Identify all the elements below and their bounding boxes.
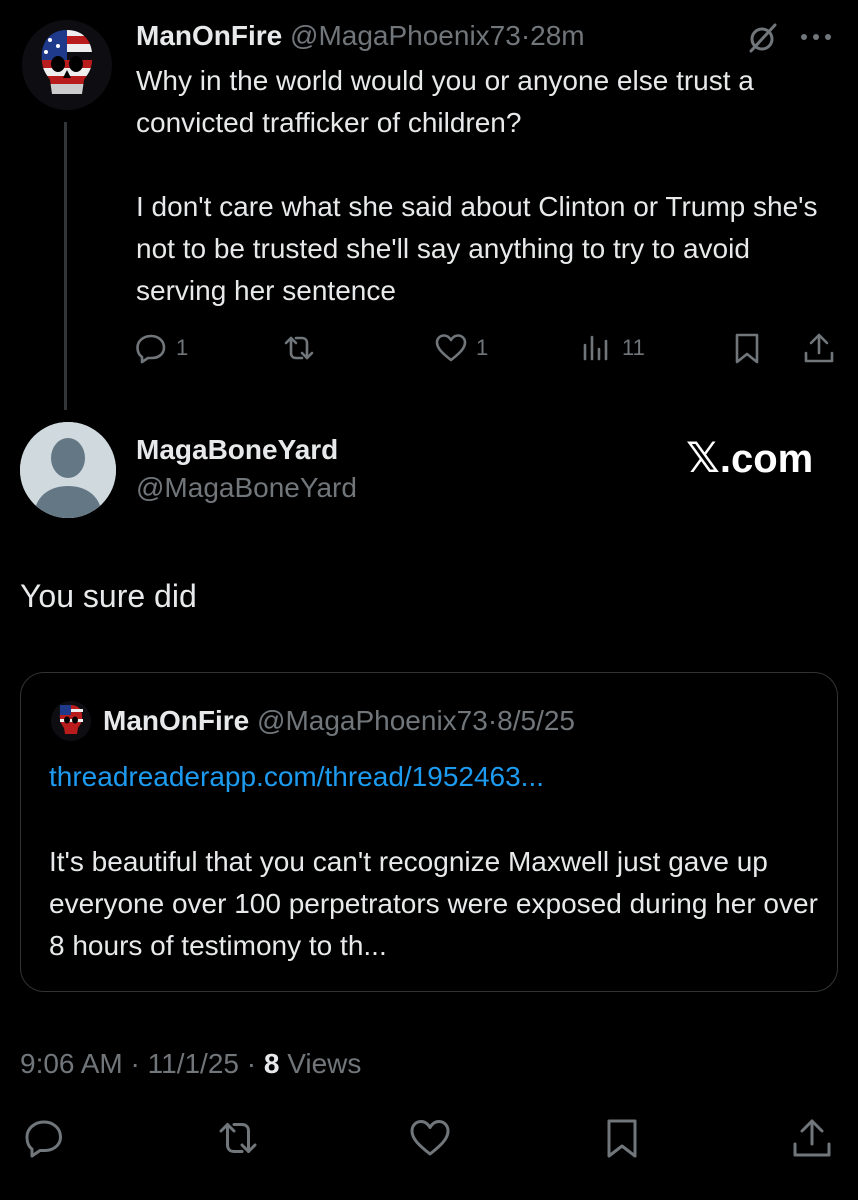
main-tweet-text: You sure did [20,578,197,614]
views-label: Views [279,1048,362,1079]
view-count: 11 [622,335,645,360]
parent-author-name[interactable]: ManOnFire [136,20,282,51]
views-count: 8 [263,1048,280,1079]
main-action-bar [0,1116,858,1160]
parent-avatar[interactable] [22,20,112,110]
quote-avatar [51,701,91,741]
watermark-text: .com [719,437,814,481]
views-button[interactable]: 11 [580,328,645,368]
main-author-handle[interactable]: @MagaBoneYard [136,470,357,506]
separator-dot: · [487,705,498,736]
tweet-meta: 9:06 AM · 11/1/25 · 8 Views [20,1044,361,1084]
quote-author-name: ManOnFire [103,705,250,736]
main-like-button[interactable] [408,1116,452,1160]
share-icon [804,333,834,363]
thread-connector-line [64,122,67,410]
repost-icon [219,1123,257,1153]
bookmark-button[interactable] [730,328,764,368]
x-com-watermark: 𝕏.com [686,434,813,483]
parent-timestamp[interactable]: 28m [530,20,584,51]
reply-button[interactable]: 1 [134,328,188,368]
main-avatar[interactable] [20,422,116,518]
grok-icon[interactable] [744,20,780,56]
main-repost-button[interactable] [216,1116,260,1160]
bookmark-icon [735,333,759,364]
parent-author-handle[interactable]: @MagaPhoenix73 [290,20,521,51]
main-bookmark-button[interactable] [600,1116,644,1160]
quote-header: ManOnFire @MagaPhoenix73·8/5/25 [103,703,575,739]
quote-text: It's beautiful that you can't recognize … [49,846,818,961]
main-reply-button[interactable] [22,1116,66,1160]
main-author-name[interactable]: MagaBoneYard [136,432,338,468]
reply-icon [25,1120,62,1158]
main-share-button[interactable] [790,1116,834,1160]
repost-button[interactable] [282,328,324,368]
tweet-date[interactable]: 11/1/25 [148,1048,239,1079]
share-button[interactable] [802,328,836,368]
quote-link[interactable]: threadreaderapp.com/thread/1952463... [49,757,544,797]
views-icon [583,335,608,361]
heart-icon [435,334,467,362]
quote-author-handle: @MagaPhoenix73 [257,705,488,736]
like-button[interactable]: 1 [434,328,488,368]
parent-header: ManOnFire @MagaPhoenix73·28m [136,18,585,54]
separator-dot: · [238,1048,264,1079]
more-icon[interactable] [796,22,836,52]
parent-tweet-text: Why in the world would you or anyone els… [136,60,836,312]
repost-icon [284,336,314,360]
x-logo-icon: 𝕏 [686,434,720,481]
tweet-time[interactable]: 9:06 AM [20,1048,123,1079]
separator-dot: · [520,20,531,51]
quote-date: 8/5/25 [497,705,575,736]
parent-action-bar: 1 1 11 [134,328,842,368]
heart-icon [410,1120,450,1156]
like-count: 1 [476,335,489,360]
separator-dot: · [122,1048,148,1079]
reply-icon [136,334,166,364]
quoted-tweet-card[interactable]: ManOnFire @MagaPhoenix73·8/5/25 threadre… [20,672,838,992]
reply-count: 1 [176,335,189,360]
parent-paragraph-1: Why in the world would you or anyone els… [136,65,754,138]
parent-paragraph-2: I don't care what she said about Clinton… [136,191,818,306]
bookmark-icon [607,1119,637,1158]
share-icon [793,1119,831,1157]
